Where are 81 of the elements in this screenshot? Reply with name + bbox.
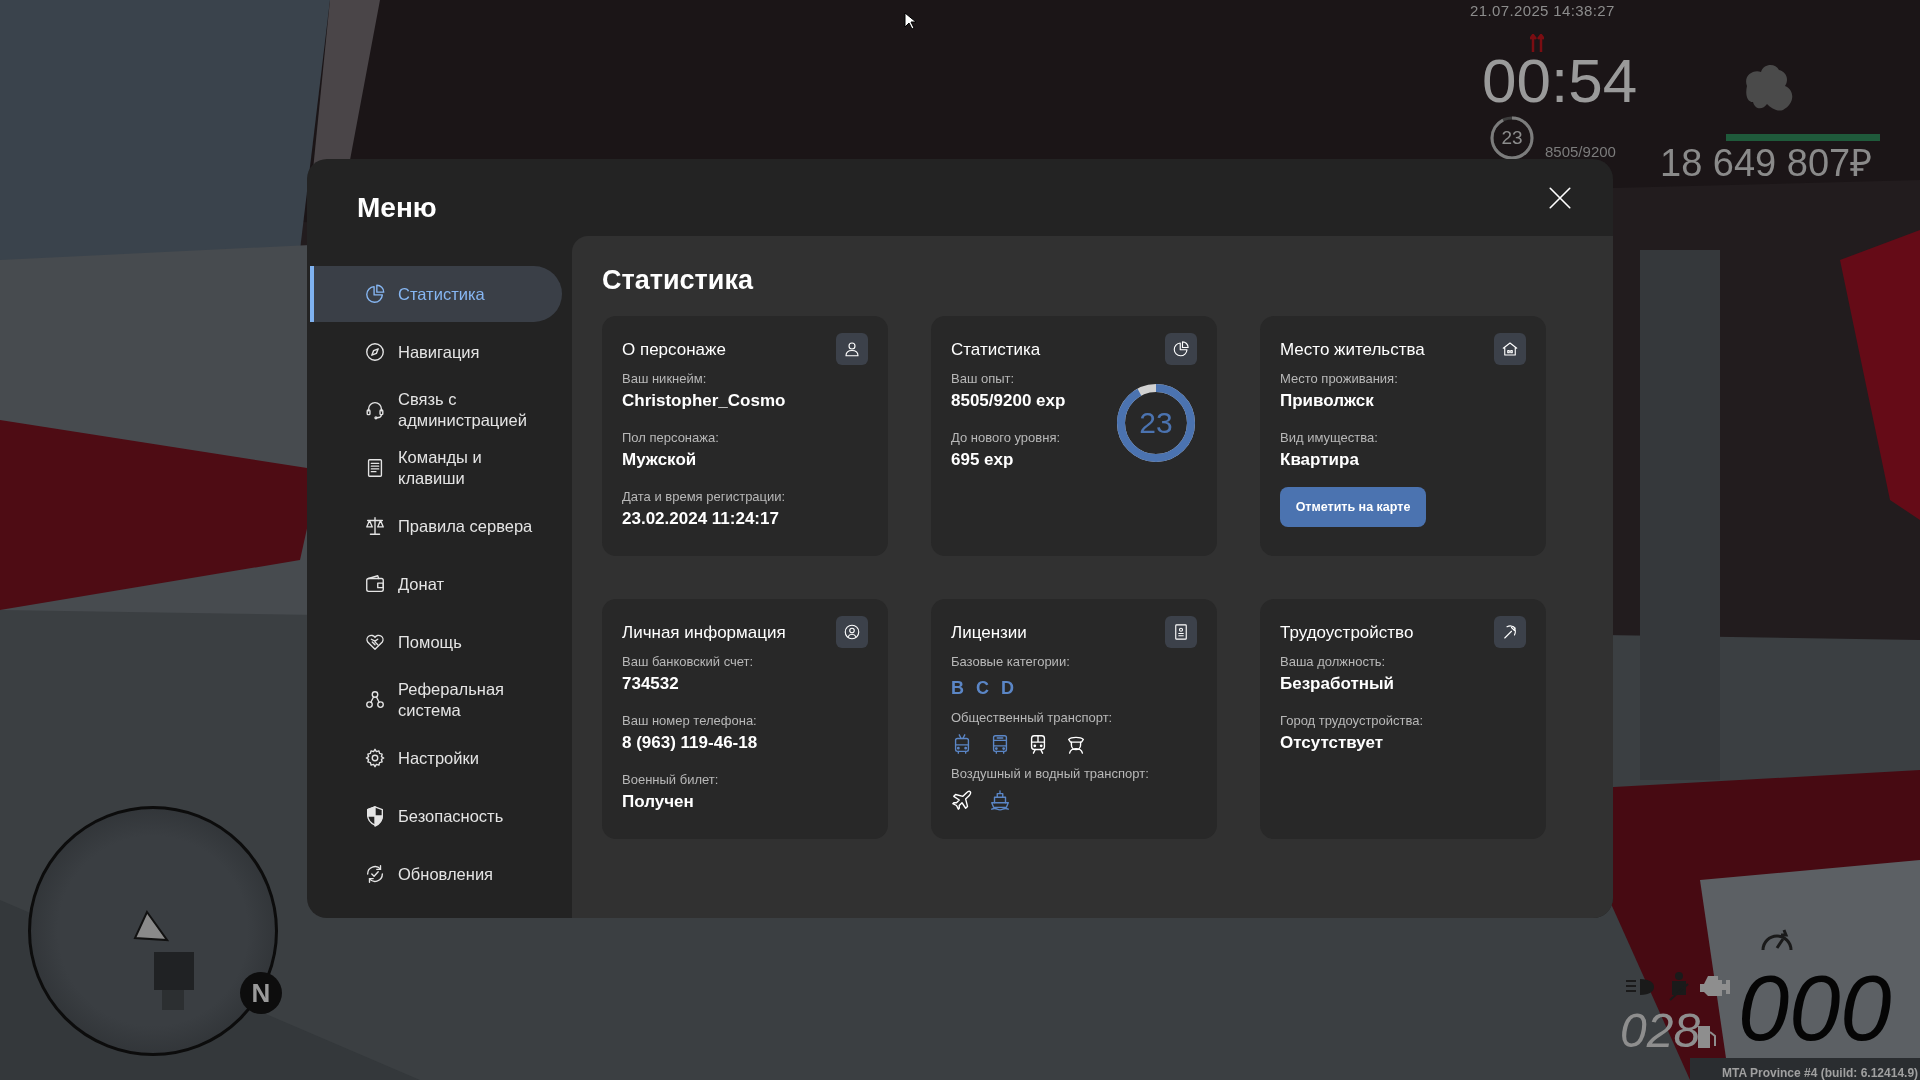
user-circle-icon [843, 623, 861, 641]
sidebar-item[interactable]: Безопасность [310, 788, 562, 844]
menu-title: Меню [357, 190, 437, 225]
license-category: B [951, 676, 964, 700]
field-label: Воздушный и водный транспорт: [951, 766, 1149, 782]
sidebar-item[interactable]: Донат [310, 556, 562, 612]
compass-icon [364, 341, 386, 363]
field-label: Базовые категории: [951, 654, 1070, 670]
mark-on-map-button[interactable]: Отметить на карте [1280, 487, 1426, 527]
sidebar-item[interactable]: Реферальная система [310, 672, 562, 728]
field-label: Вид имущества: [1280, 430, 1378, 446]
field-label: Ваш никнейм: [622, 371, 707, 387]
settings-icon [364, 747, 386, 769]
card-title: Личная информация [622, 622, 786, 644]
field-value: Квартира [1280, 449, 1359, 471]
field-value: Безработный [1280, 673, 1394, 695]
card-title: О персонаже [622, 339, 726, 361]
player-arrow-icon [131, 910, 169, 942]
sidebar-item[interactable]: Статистика [310, 266, 562, 322]
field-value: 734532 [622, 673, 679, 695]
speed-reading: 000 [1738, 960, 1893, 1056]
card-title: Лицензии [951, 622, 1027, 644]
pie-chart-icon [364, 283, 386, 305]
cursor-icon [904, 12, 916, 30]
sidebar-item[interactable]: Связь с администрацией [310, 382, 562, 438]
card-title: Место жительства [1280, 339, 1425, 361]
headlight-icon [1626, 977, 1656, 997]
pickaxe-icon [1501, 623, 1519, 641]
scales-icon [364, 515, 386, 537]
field-label: Ваша должность: [1280, 654, 1386, 670]
field-label: Ваш опыт: [951, 371, 1015, 387]
seatbelt-icon [1668, 972, 1690, 1002]
headset-icon [364, 399, 386, 421]
field-value: Christopher_Cosmo [622, 390, 786, 412]
field-value: 695 exp [951, 449, 1014, 471]
sidebar-item[interactable]: Команды и клавиши [310, 440, 562, 496]
date-time-text: 21.07.2025 14:38:27 [1470, 1, 1615, 21]
level-number: 23 [1501, 128, 1523, 148]
field-label: Место проживания: [1280, 371, 1398, 387]
field-label: Дата и время регистрации: [622, 489, 786, 505]
sidebar-item[interactable]: Помощь [310, 614, 562, 670]
field-label: Пол персонажа: [622, 430, 719, 446]
money-text: 18 649 807₽ [1660, 141, 1873, 186]
license-category: C [976, 676, 989, 700]
house-icon [1501, 340, 1519, 358]
build-version-text: MTA Province #4 (build: 6.12414.9) [1722, 1065, 1919, 1080]
id-card-icon [1172, 623, 1190, 641]
field-value: Приволжск [1280, 390, 1374, 412]
license-category: D [1001, 676, 1014, 700]
sidebar-item[interactable]: Навигация [310, 324, 562, 380]
double-arrow-icon [1530, 34, 1544, 52]
sidebar-item[interactable]: Обновления [310, 846, 562, 902]
field-value: Мужской [622, 449, 697, 471]
sidebar-item[interactable]: Настройки [310, 730, 562, 786]
field-label: Общественный транспорт: [951, 710, 1113, 726]
network-icon [364, 689, 386, 711]
pie-chart-icon [1172, 340, 1190, 358]
engine-icon [1700, 976, 1730, 998]
field-value: 8505/9200 exp [951, 390, 1066, 412]
sidebar-item[interactable]: Правила сервера [310, 498, 562, 554]
field-value: 23.02.2024 11:24:17 [622, 508, 779, 530]
shield-icon [364, 805, 386, 827]
experience-text: 8505/9200 [1545, 142, 1616, 162]
card-title: Статистика [951, 339, 1041, 361]
content-title: Статистика [602, 264, 755, 297]
level-number: 23 [1139, 407, 1173, 439]
field-label: До нового уровня: [951, 430, 1061, 446]
refresh-check-icon [364, 863, 386, 885]
close-icon [1547, 184, 1573, 211]
timer-text: 00:54 [1482, 46, 1638, 116]
field-label: Ваш банковский счет: [622, 654, 754, 670]
field-label: Военный билет: [622, 772, 719, 788]
field-value: Отсутствует [1280, 732, 1384, 754]
user-icon [843, 340, 861, 358]
fuel-reading: 028 [1620, 1005, 1701, 1057]
wallet-icon [364, 573, 386, 595]
card-title: Трудоустройство [1280, 622, 1414, 644]
field-label: Ваш номер телефона: [622, 713, 757, 729]
field-value: Получен [622, 791, 694, 813]
field-value: 8 (963) 119-46-18 [622, 732, 758, 754]
field-label: Город трудоустройства: [1280, 713, 1424, 729]
